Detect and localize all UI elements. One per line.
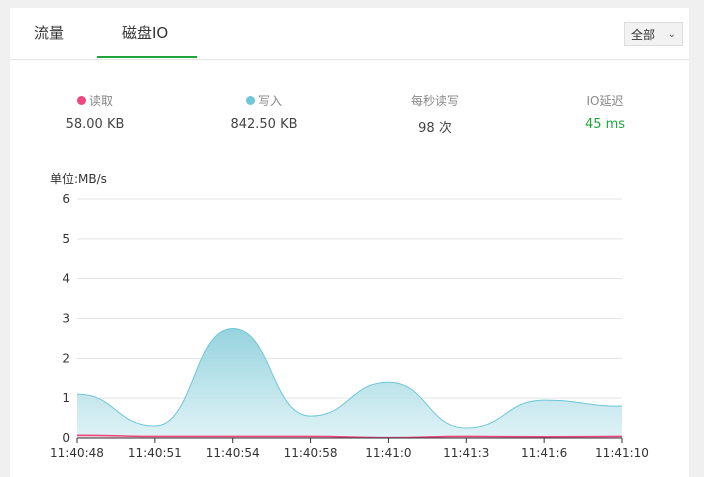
x-tick-label: 11:41:0	[365, 446, 411, 460]
y-tick-label: 6	[62, 192, 70, 206]
x-tick-label: 11:41:6	[521, 446, 567, 460]
y-tick-label: 5	[62, 232, 70, 246]
y-tick-label: 1	[62, 391, 70, 405]
x-tick-label: 11:40:48	[50, 446, 104, 460]
x-tick-label: 11:40:58	[284, 446, 338, 460]
x-tick-label: 11:41:10	[595, 446, 649, 460]
x-tick-label: 11:41:3	[443, 446, 489, 460]
disk-io-chart: 0 1 2 3 4 5 6 11:40:48 11:40:51 11:40:54 11:40:58…	[50, 192, 649, 460]
write-series-area	[77, 328, 622, 438]
y-tick-label: 2	[62, 351, 70, 365]
x-tick-label: 11:40:54	[206, 446, 260, 460]
y-tick-label: 4	[62, 272, 70, 286]
x-tick-label: 11:40:51	[128, 446, 182, 460]
y-tick-label: 0	[62, 431, 70, 445]
y-tick-label: 3	[62, 312, 70, 326]
